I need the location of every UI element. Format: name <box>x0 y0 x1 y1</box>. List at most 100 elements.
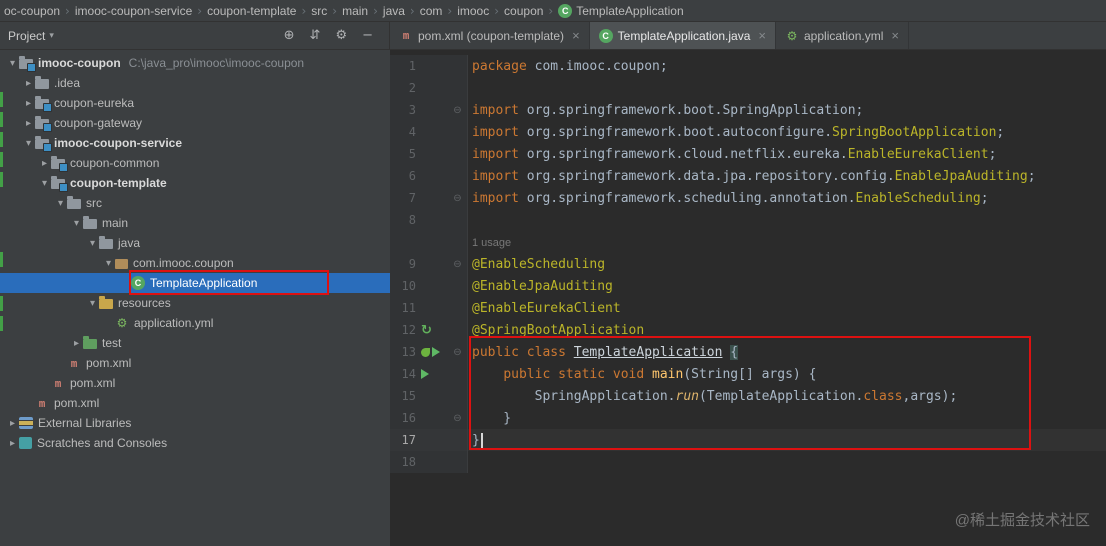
chevron-right-icon[interactable]: ▸ <box>6 438 19 449</box>
chevron-down-icon[interactable]: ▾ <box>6 58 19 69</box>
code-text[interactable]: } <box>468 411 511 426</box>
tree-item-coupon-template[interactable]: ▾ coupon-template <box>0 173 390 193</box>
code-text[interactable]: import org.springframework.cloud.netflix… <box>468 147 996 162</box>
tree-item-main[interactable]: ▾ main <box>0 213 390 233</box>
fold-icon[interactable]: ⊖ <box>448 105 467 116</box>
chevron-right-icon[interactable]: ▸ <box>22 118 35 129</box>
tree-item-.idea[interactable]: ▸ .idea <box>0 73 390 93</box>
project-panel-title[interactable]: Project <box>8 29 45 43</box>
breadcrumb-item-main[interactable]: main <box>340 4 370 18</box>
left-stripe-mark <box>0 172 3 187</box>
tree-item-java[interactable]: ▾ java <box>0 233 390 253</box>
chevron-right-icon[interactable]: ▸ <box>38 158 51 169</box>
breadcrumb-item-oc-coupon[interactable]: oc-coupon <box>2 4 62 18</box>
breadcrumb-item-coupon-template[interactable]: coupon-template <box>205 4 298 18</box>
chevron-down-icon[interactable]: ▾ <box>22 138 35 149</box>
code-text[interactable]: @SpringBootApplication <box>468 323 644 338</box>
tree-item-coupon-common[interactable]: ▸ coupon-common <box>0 153 390 173</box>
run-icon[interactable] <box>432 347 440 357</box>
tree-item-test[interactable]: ▸ test <box>0 333 390 353</box>
fold-icon[interactable]: ⊖ <box>448 193 467 204</box>
code-segment: ; <box>988 146 997 162</box>
project-panel-header: Project ▾ ⊕ ⇵ ⚙ − <box>0 22 390 49</box>
code-text[interactable]: public static void main(String[] args) { <box>468 367 816 382</box>
line-number: 18 <box>401 455 416 469</box>
project-toolbar: ⊕ ⇵ ⚙ − <box>284 28 381 43</box>
chevron-down-icon[interactable]: ▾ <box>49 31 54 41</box>
chevron-right-icon[interactable]: ▸ <box>70 338 83 349</box>
line-number: 5 <box>408 147 416 161</box>
breadcrumb-separator-icon: › <box>373 3 378 18</box>
breadcrumb-item-templateapplication[interactable]: C TemplateApplication <box>556 3 685 18</box>
code-text[interactable]: @EnableEurekaClient <box>468 301 621 316</box>
run-icon[interactable] <box>421 369 429 379</box>
line-number: 17 <box>401 433 416 447</box>
code-text[interactable]: package com.imooc.coupon; <box>468 59 668 74</box>
folder-icon <box>83 216 97 229</box>
tab-templateapplication.java[interactable]: C TemplateApplication.java × <box>589 22 776 49</box>
line-number: 16 <box>401 411 416 425</box>
left-stripe-mark <box>0 252 3 267</box>
code-text[interactable]: import org.springframework.data.jpa.repo… <box>468 169 1036 184</box>
code-text[interactable]: @EnableScheduling <box>468 257 605 272</box>
code-segment: import <box>472 102 519 118</box>
tree-item-label: coupon-template <box>70 176 167 190</box>
tab-application.yml[interactable]: ⚙ application.yml × <box>776 22 909 49</box>
code-text[interactable]: public class TemplateApplication { <box>468 344 739 360</box>
code-text[interactable]: import org.springframework.boot.SpringAp… <box>468 103 863 118</box>
tree-item-src[interactable]: ▾ src <box>0 193 390 213</box>
tree-item-resources[interactable]: ▾ resources <box>0 293 390 313</box>
code-text[interactable]: } <box>468 432 483 448</box>
tree-item-pom.xml[interactable]: m pom.xml <box>0 393 390 413</box>
locate-icon[interactable]: ⊕ <box>284 28 295 43</box>
breadcrumb-item-imooc[interactable]: imooc <box>455 4 491 18</box>
chevron-right-icon[interactable]: ▸ <box>6 418 19 429</box>
tree-item-coupon-eureka[interactable]: ▸ coupon-eureka <box>0 93 390 113</box>
chevron-down-icon[interactable]: ▾ <box>38 178 51 189</box>
gutter-icons <box>416 347 448 357</box>
collapse-all-icon[interactable]: ⇵ <box>310 28 321 43</box>
close-icon[interactable]: × <box>891 28 899 43</box>
close-icon[interactable]: × <box>758 28 766 43</box>
fold-icon[interactable]: ⊖ <box>448 413 467 424</box>
tree-item-pom.xml[interactable]: m pom.xml <box>0 373 390 393</box>
chevron-down-icon[interactable]: ▾ <box>86 298 99 309</box>
chevron-down-icon[interactable]: ▾ <box>70 218 83 229</box>
breadcrumb-item-imooc-coupon-service[interactable]: imooc-coupon-service <box>73 4 194 18</box>
code-text[interactable]: import org.springframework.boot.autoconf… <box>468 125 1004 140</box>
settings-icon[interactable]: ⚙ <box>335 28 347 43</box>
tree-item-templateapplication[interactable]: C TemplateApplication <box>0 273 390 293</box>
code-text[interactable]: @EnableJpaAuditing <box>468 279 613 294</box>
breadcrumb-item-java[interactable]: java <box>381 4 407 18</box>
spring-boot-icon[interactable] <box>421 347 430 357</box>
code-segment: @EnableJpaAuditing <box>472 278 613 294</box>
editor-code[interactable]: 1 package com.imooc.coupon; 2 3 ⊖ import org.… <box>390 50 1106 546</box>
tab-pom.xml-coupon-template[interactable]: m pom.xml (coupon-template) × <box>390 22 590 49</box>
chevron-right-icon[interactable]: ▸ <box>22 98 35 109</box>
chevron-right-icon[interactable]: ▸ <box>22 78 35 89</box>
tree-item-external-libraries[interactable]: ▸ External Libraries <box>0 413 390 433</box>
tree-item-coupon-gateway[interactable]: ▸ coupon-gateway <box>0 113 390 133</box>
hide-icon[interactable]: − <box>362 28 373 43</box>
tree-item-imooc-coupon-service[interactable]: ▾ imooc-coupon-service <box>0 133 390 153</box>
chevron-down-icon[interactable]: ▾ <box>102 258 115 269</box>
tree-item-com.imooc.coupon[interactable]: ▾ com.imooc.coupon <box>0 253 390 273</box>
spring-bean-icon[interactable]: ↻ <box>421 324 432 337</box>
tree-item-imooc-coupon[interactable]: ▾ imooc-coupon C:\java_pro\imooc\imooc-cou… <box>0 53 390 73</box>
chevron-down-icon[interactable]: ▾ <box>86 238 99 249</box>
code-text[interactable]: import org.springframework.scheduling.an… <box>468 191 989 206</box>
gutter: 14 <box>390 363 468 385</box>
breadcrumb-item-com[interactable]: com <box>418 4 445 18</box>
breadcrumb-item-coupon[interactable]: coupon <box>502 4 545 18</box>
breadcrumb-item-src[interactable]: src <box>309 4 329 18</box>
folder-icon <box>99 236 113 249</box>
tree-item-pom.xml[interactable]: m pom.xml <box>0 353 390 373</box>
tree-item-scratches-and-consoles[interactable]: ▸ Scratches and Consoles <box>0 433 390 453</box>
code-text[interactable]: 1 usage <box>468 235 511 250</box>
tree-item-application.yml[interactable]: ⚙ application.yml <box>0 313 390 333</box>
fold-icon[interactable]: ⊖ <box>448 347 467 358</box>
close-icon[interactable]: × <box>572 28 580 43</box>
chevron-down-icon[interactable]: ▾ <box>54 198 67 209</box>
fold-icon[interactable]: ⊖ <box>448 259 467 270</box>
code-text[interactable]: SpringApplication.run(TemplateApplicatio… <box>468 389 958 404</box>
